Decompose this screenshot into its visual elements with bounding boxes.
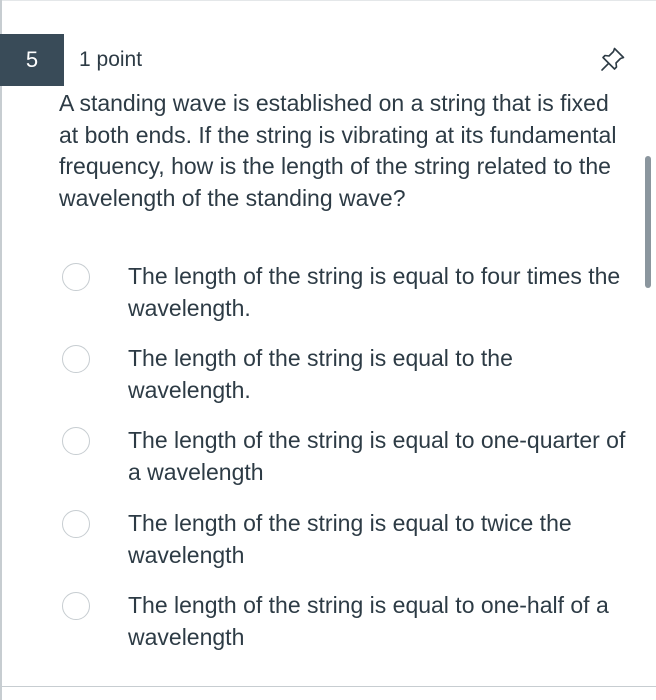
answer-label: The length of the string is equal to twi… (128, 510, 572, 568)
answer-label: The length of the string is equal to fou… (128, 263, 621, 321)
quiz-question-panel: 5 1 point A standing wave is established… (0, 0, 656, 700)
pin-icon[interactable] (598, 44, 628, 74)
bottom-divider (0, 686, 656, 687)
radio-button[interactable] (62, 510, 90, 538)
answer-option-3[interactable]: The length of the string is equal to one… (60, 424, 640, 494)
answer-label: The length of the string is equal to one… (128, 427, 626, 485)
question-number-badge: 5 (0, 34, 64, 86)
radio-button[interactable] (62, 592, 90, 620)
answer-label: The length of the string is equal to one… (128, 592, 609, 650)
answer-option-1[interactable]: The length of the string is equal to fou… (60, 260, 640, 330)
question-points: 1 point (79, 48, 143, 71)
left-border (0, 0, 2, 700)
radio-button[interactable] (62, 263, 90, 291)
top-divider (0, 0, 656, 1)
radio-button[interactable] (62, 427, 90, 455)
answer-option-4[interactable]: The length of the string is equal to twi… (60, 507, 640, 577)
question-text: A standing wave is established on a stri… (59, 90, 617, 211)
answer-label: The length of the string is equal to the… (128, 345, 513, 403)
answer-option-5[interactable]: The length of the string is equal to one… (60, 589, 640, 659)
pin-icon-glyph (601, 47, 625, 71)
answer-option-2[interactable]: The length of the string is equal to the… (60, 342, 640, 412)
scrollbar-thumb[interactable] (645, 156, 651, 288)
radio-button[interactable] (62, 345, 90, 373)
